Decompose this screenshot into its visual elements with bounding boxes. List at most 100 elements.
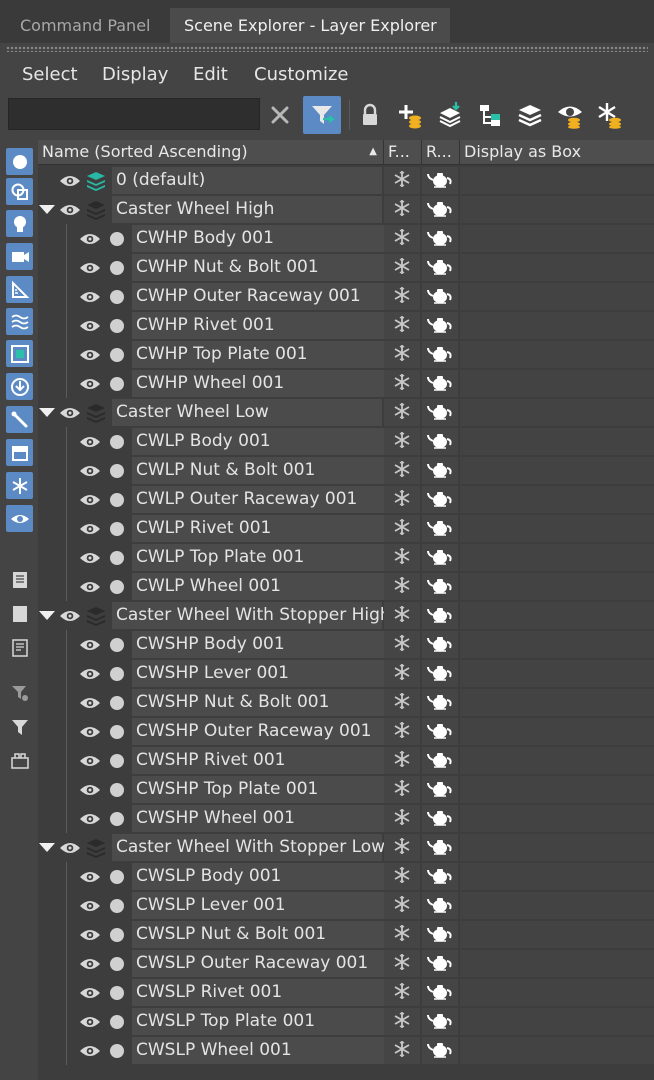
object-name[interactable]: CWHP Body 001 — [136, 224, 274, 253]
render-cell[interactable] — [422, 283, 458, 310]
object-name[interactable]: CWHP Wheel 001 — [136, 369, 284, 398]
expand-triangle-icon[interactable] — [38, 601, 56, 630]
frozen-cell[interactable] — [384, 573, 420, 600]
layer-icon[interactable] — [84, 398, 108, 427]
eye-icon[interactable] — [58, 398, 82, 427]
object-icon[interactable] — [108, 311, 126, 340]
object-row[interactable]: CWSLP Nut & Bolt 001 — [38, 920, 654, 949]
add-layer-icon[interactable] — [391, 96, 429, 134]
render-cell[interactable] — [422, 1008, 458, 1035]
frozen-cell[interactable] — [384, 399, 420, 426]
eye-icon[interactable] — [78, 514, 102, 543]
freeze-layers-icon[interactable] — [591, 96, 629, 134]
display-as-box-cell[interactable] — [460, 950, 654, 977]
render-cell[interactable] — [422, 428, 458, 455]
eye-icon[interactable] — [78, 311, 102, 340]
frozen-cell[interactable] — [384, 950, 420, 977]
object-name[interactable]: CWLP Top Plate 001 — [136, 543, 304, 572]
frozen-cell[interactable] — [384, 283, 420, 310]
display-as-box-cell[interactable] — [460, 486, 654, 513]
object-icon[interactable] — [108, 949, 126, 978]
column-name[interactable]: Name (Sorted Ascending) ▲ — [38, 140, 384, 164]
object-row[interactable]: CWSLP Top Plate 001 — [38, 1007, 654, 1036]
object-row[interactable]: CWLP Nut & Bolt 001 — [38, 456, 654, 485]
hierarchy-icon[interactable] — [471, 96, 509, 134]
frozen-cell[interactable] — [384, 544, 420, 571]
display-as-box-cell[interactable] — [460, 225, 654, 252]
eye-icon[interactable] — [78, 572, 102, 601]
object-icon[interactable] — [108, 224, 126, 253]
frozen-cell[interactable] — [384, 254, 420, 281]
filter-settings-icon[interactable] — [6, 679, 33, 706]
frozen-cell[interactable] — [384, 1008, 420, 1035]
lock-icon[interactable] — [351, 96, 389, 134]
group-icon[interactable] — [6, 340, 33, 367]
frozen-cell[interactable] — [384, 863, 420, 890]
eye-icon[interactable] — [78, 543, 102, 572]
render-cell[interactable] — [422, 892, 458, 919]
menu-customize[interactable]: Customize — [254, 64, 348, 85]
object-row[interactable]: CWLP Wheel 001 — [38, 572, 654, 601]
object-name[interactable]: CWSHP Rivet 001 — [136, 746, 285, 775]
object-row[interactable]: CWSLP Outer Raceway 001 — [38, 949, 654, 978]
layer-row[interactable]: Caster Wheel High — [38, 195, 654, 224]
object-row[interactable]: CWSHP Body 001 — [38, 630, 654, 659]
eye-icon[interactable] — [78, 804, 102, 833]
object-icon[interactable] — [108, 456, 126, 485]
layer-icon[interactable] — [84, 833, 108, 862]
hidden-icon[interactable] — [6, 505, 33, 532]
hide-layers-icon[interactable] — [551, 96, 589, 134]
render-cell[interactable] — [422, 341, 458, 368]
render-cell[interactable] — [422, 515, 458, 542]
eye-icon[interactable] — [78, 746, 102, 775]
frozen-cell[interactable] — [384, 167, 420, 194]
frozen-cell[interactable] — [384, 515, 420, 542]
object-name[interactable]: CWSHP Lever 001 — [136, 659, 289, 688]
object-row[interactable]: CWSHP Lever 001 — [38, 659, 654, 688]
object-name[interactable]: CWSHP Body 001 — [136, 630, 285, 659]
render-cell[interactable] — [422, 950, 458, 977]
object-icon[interactable] — [108, 282, 126, 311]
render-cell[interactable] — [422, 747, 458, 774]
render-cell[interactable] — [422, 631, 458, 658]
frozen-cell[interactable] — [384, 312, 420, 339]
render-cell[interactable] — [422, 544, 458, 571]
frozen-cell[interactable] — [384, 486, 420, 513]
layer-name[interactable]: Caster Wheel With Stopper High — [116, 601, 391, 630]
layer-stack-icon[interactable] — [6, 746, 33, 773]
helper-icon[interactable] — [6, 276, 33, 303]
object-icon[interactable] — [108, 427, 126, 456]
active-layer-icon[interactable] — [84, 166, 108, 195]
display-as-box-cell[interactable] — [460, 254, 654, 281]
object-row[interactable]: CWLP Body 001 — [38, 427, 654, 456]
render-cell[interactable] — [422, 573, 458, 600]
display-as-box-cell[interactable] — [460, 399, 654, 426]
object-row[interactable]: CWLP Rivet 001 — [38, 514, 654, 543]
display-as-box-cell[interactable] — [460, 196, 654, 223]
render-cell[interactable] — [422, 196, 458, 223]
camera-icon[interactable] — [6, 243, 33, 270]
object-row[interactable]: CWSLP Rivet 001 — [38, 978, 654, 1007]
object-icon[interactable] — [108, 978, 126, 1007]
render-cell[interactable] — [422, 399, 458, 426]
column-display-as-box[interactable]: Display as Box — [460, 140, 654, 164]
object-name[interactable]: CWLP Outer Raceway 001 — [136, 485, 357, 514]
filter-select-icon[interactable] — [303, 96, 341, 134]
frozen-icon[interactable] — [6, 472, 33, 499]
list-icon[interactable] — [6, 566, 33, 593]
layer-name[interactable]: Caster Wheel With Stopper Low — [116, 833, 385, 862]
object-name[interactable]: CWSLP Top Plate 001 — [136, 1007, 315, 1036]
eye-icon[interactable] — [78, 688, 102, 717]
display-as-box-cell[interactable] — [460, 167, 654, 194]
display-as-box-cell[interactable] — [460, 1008, 654, 1035]
display-as-box-cell[interactable] — [460, 776, 654, 803]
display-as-box-cell[interactable] — [460, 834, 654, 861]
layer-name[interactable]: Caster Wheel Low — [116, 398, 269, 427]
eye-icon[interactable] — [78, 978, 102, 1007]
column-frozen[interactable]: F... — [384, 140, 422, 164]
object-name[interactable]: CWSHP Wheel 001 — [136, 804, 295, 833]
object-icon[interactable] — [108, 514, 126, 543]
text-list-icon[interactable] — [6, 634, 33, 661]
render-cell[interactable] — [422, 921, 458, 948]
object-row[interactable]: CWHP Top Plate 001 — [38, 340, 654, 369]
